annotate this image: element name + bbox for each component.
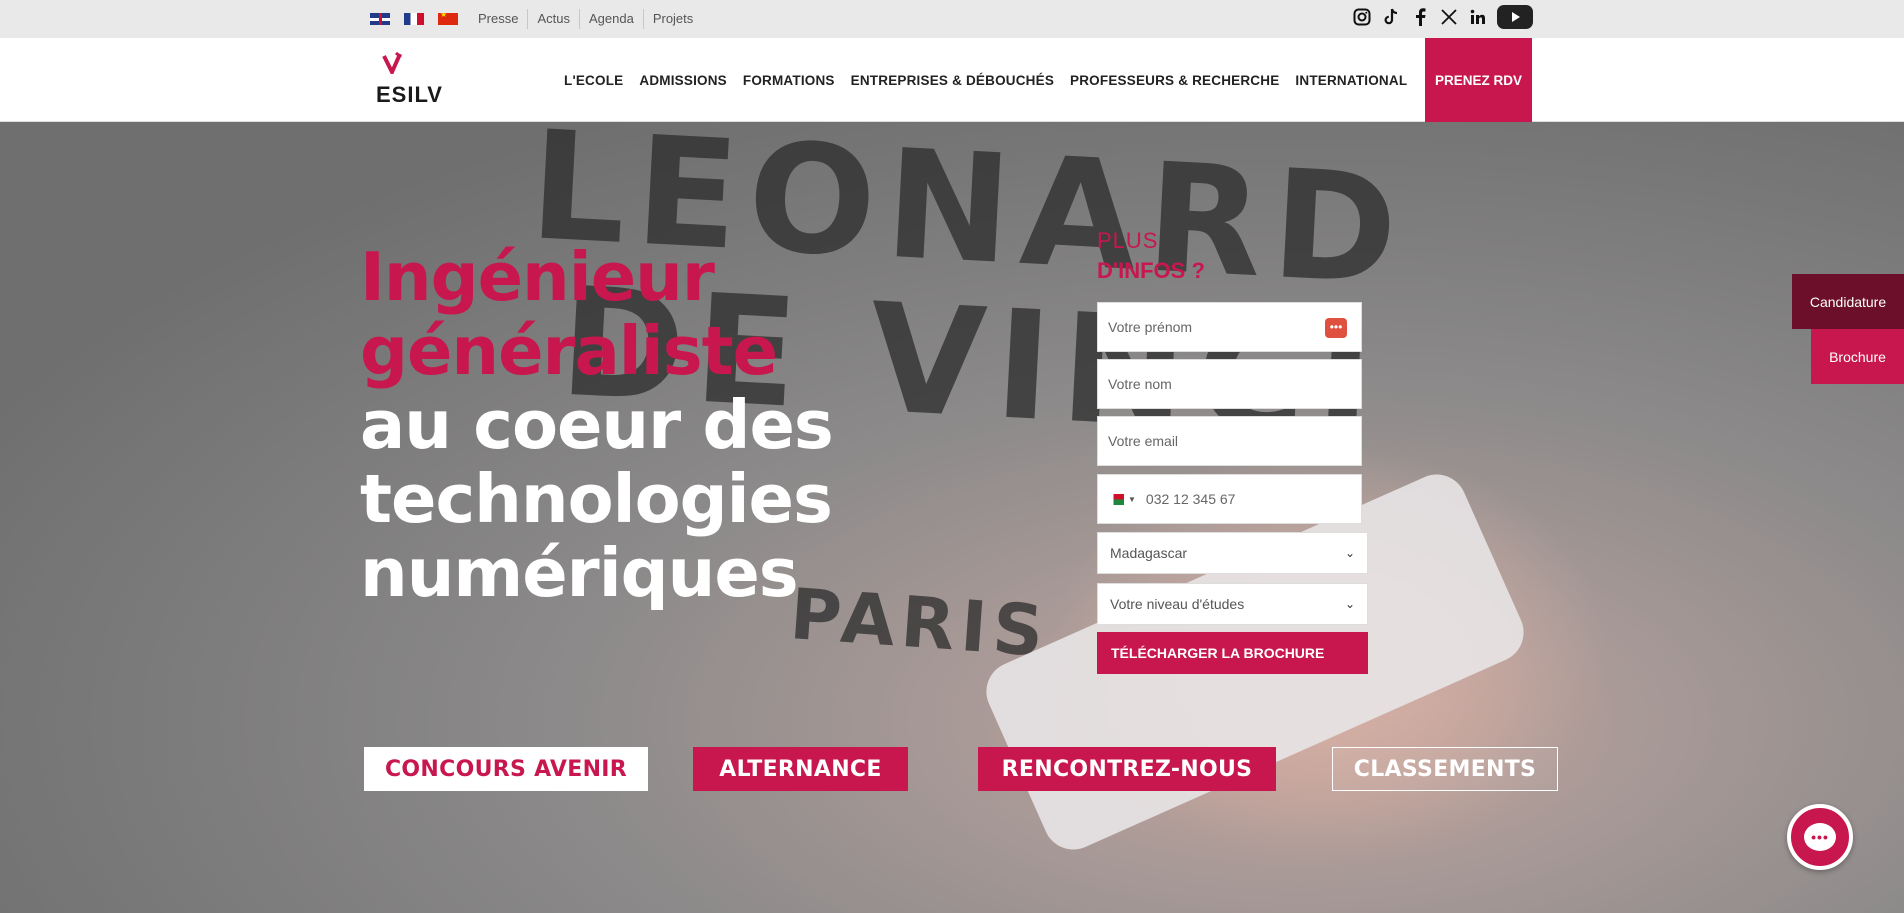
youtube-icon[interactable] [1497, 5, 1533, 29]
main-navigation: ESILV L'ECOLE ADMISSIONS FORMATIONS ENTR… [0, 38, 1904, 122]
nav-item-ecole[interactable]: L'ECOLE [556, 73, 631, 88]
chevron-down-icon[interactable]: ▼ [1128, 495, 1136, 504]
form-heading-plus: PLUS [1097, 228, 1159, 253]
linkedin-icon[interactable] [1468, 8, 1487, 27]
uk-flag-icon[interactable] [370, 13, 390, 25]
phone-placeholder: 032 12 345 67 [1145, 491, 1236, 507]
logo-v-icon [382, 52, 402, 74]
email-field[interactable]: Votre email [1097, 416, 1362, 466]
hero-title-line-4: technologies [360, 460, 833, 538]
hero-title-line-1: Ingénieur [360, 238, 715, 316]
facebook-icon[interactable] [1410, 8, 1429, 27]
rencontrez-nous-button[interactable]: RENCONTREZ-NOUS [978, 747, 1276, 791]
chevron-down-icon: ⌄ [1344, 597, 1355, 611]
nav-item-formations[interactable]: FORMATIONS [735, 73, 843, 88]
classements-button[interactable]: CLASSEMENTS [1332, 747, 1558, 791]
nav-item-professeurs[interactable]: PROFESSEURS & RECHERCHE [1062, 73, 1287, 88]
hero-title: Ingénieur généraliste au coeur des techn… [360, 238, 834, 612]
top-link-projets[interactable]: Projets [642, 9, 702, 29]
concours-avenir-button[interactable]: CONCOURS AVENIR [364, 747, 648, 791]
tiktok-icon[interactable] [1381, 8, 1400, 27]
study-level-select[interactable]: Votre niveau d'études ⌄ [1097, 583, 1368, 625]
top-links: Presse Actus Agenda Projets [476, 9, 702, 29]
cn-flag-icon[interactable] [438, 13, 458, 25]
top-utility-left: Presse Actus Agenda Projets [370, 0, 702, 38]
social-links [1352, 5, 1533, 29]
hero-section: LEONARD DE VINCI PARIS Ingénieur général… [0, 122, 1904, 913]
firstname-field[interactable]: Votre prénom ••• [1097, 302, 1362, 352]
country-select[interactable]: Madagascar ⌄ [1097, 532, 1368, 574]
chat-bubble-icon: ••• [1804, 823, 1836, 851]
study-level-select-value: Votre niveau d'études [1110, 596, 1245, 612]
hero-title-line-5: numériques [360, 534, 799, 612]
instagram-icon[interactable] [1352, 8, 1371, 27]
nav-item-admissions[interactable]: ADMISSIONS [631, 73, 735, 88]
chat-button[interactable]: ••• [1787, 804, 1853, 870]
top-link-presse[interactable]: Presse [476, 9, 527, 29]
nav-menu: L'ECOLE ADMISSIONS FORMATIONS ENTREPRISE… [556, 38, 1415, 122]
email-placeholder: Votre email [1108, 433, 1179, 449]
esilv-logo[interactable]: ESILV [376, 52, 456, 112]
top-link-actus[interactable]: Actus [527, 9, 579, 29]
country-select-value: Madagascar [1110, 545, 1188, 561]
alternance-button[interactable]: ALTERNANCE [693, 747, 908, 791]
top-utility-bar: Presse Actus Agenda Projets [0, 0, 1904, 38]
top-link-agenda[interactable]: Agenda [578, 9, 643, 29]
fr-flag-icon[interactable] [404, 13, 424, 25]
lastname-placeholder: Votre nom [1108, 376, 1172, 392]
hero-title-line-2: généraliste [360, 312, 778, 390]
nav-item-international[interactable]: INTERNATIONAL [1287, 73, 1415, 88]
firstname-placeholder: Votre prénom [1108, 319, 1193, 335]
logo-text: ESILV [376, 82, 443, 107]
phone-field[interactable]: ▼ 032 12 345 67 [1097, 474, 1362, 524]
side-tab-brochure[interactable]: Brochure [1811, 329, 1904, 384]
autofill-dots-icon[interactable]: ••• [1325, 318, 1347, 338]
nav-item-entreprises[interactable]: ENTREPRISES & DÉBOUCHÉS [843, 73, 1062, 88]
madagascar-flag-icon[interactable] [1108, 493, 1124, 505]
hero-title-line-3: au coeur des [360, 386, 834, 464]
download-brochure-button[interactable]: TÉLÉCHARGER LA BROCHURE [1097, 632, 1368, 674]
side-tab-candidature[interactable]: Candidature [1792, 274, 1904, 329]
form-heading-infos: D'INFOS ? [1097, 258, 1205, 283]
prenez-rdv-button[interactable]: PRENEZ RDV [1425, 38, 1532, 122]
x-icon[interactable] [1439, 8, 1458, 27]
lastname-field[interactable]: Votre nom [1097, 359, 1362, 409]
chevron-down-icon: ⌄ [1344, 546, 1355, 560]
